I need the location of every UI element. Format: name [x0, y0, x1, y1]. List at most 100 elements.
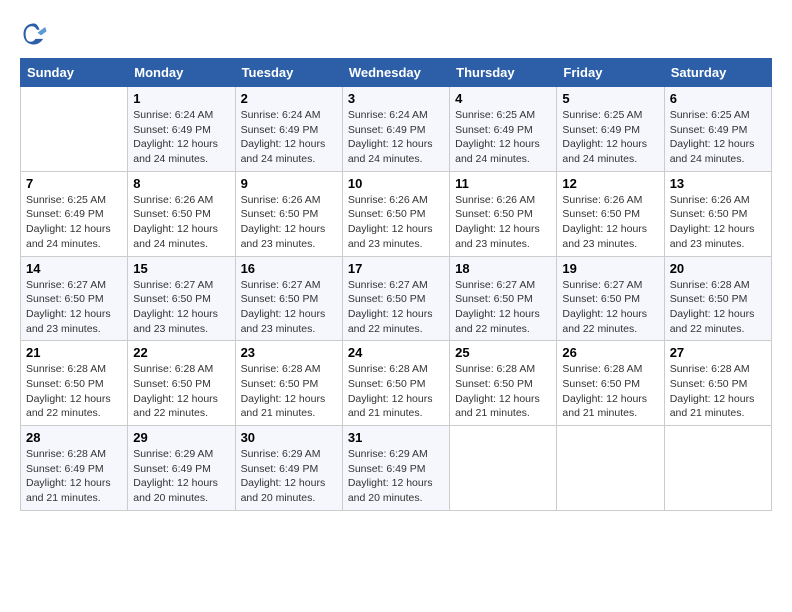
day-info: Sunrise: 6:28 AM Sunset: 6:50 PM Dayligh…	[348, 362, 444, 421]
day-info: Sunrise: 6:26 AM Sunset: 6:50 PM Dayligh…	[455, 193, 551, 252]
day-number: 17	[348, 261, 444, 276]
day-cell: 12 Sunrise: 6:26 AM Sunset: 6:50 PM Dayli…	[557, 171, 664, 256]
day-cell: 9 Sunrise: 6:26 AM Sunset: 6:50 PM Daylig…	[235, 171, 342, 256]
week-row-4: 21 Sunrise: 6:28 AM Sunset: 6:50 PM Dayli…	[21, 341, 772, 426]
day-info: Sunrise: 6:25 AM Sunset: 6:49 PM Dayligh…	[26, 193, 122, 252]
logo-icon	[20, 20, 48, 48]
day-cell: 6 Sunrise: 6:25 AM Sunset: 6:49 PM Daylig…	[664, 87, 771, 172]
day-number: 18	[455, 261, 551, 276]
week-row-2: 7 Sunrise: 6:25 AM Sunset: 6:49 PM Daylig…	[21, 171, 772, 256]
day-info: Sunrise: 6:25 AM Sunset: 6:49 PM Dayligh…	[562, 108, 658, 167]
day-number: 10	[348, 176, 444, 191]
day-number: 9	[241, 176, 337, 191]
day-info: Sunrise: 6:27 AM Sunset: 6:50 PM Dayligh…	[562, 278, 658, 337]
day-info: Sunrise: 6:27 AM Sunset: 6:50 PM Dayligh…	[241, 278, 337, 337]
day-info: Sunrise: 6:28 AM Sunset: 6:50 PM Dayligh…	[670, 362, 766, 421]
day-cell: 11 Sunrise: 6:26 AM Sunset: 6:50 PM Dayli…	[450, 171, 557, 256]
day-number: 28	[26, 430, 122, 445]
day-info: Sunrise: 6:26 AM Sunset: 6:50 PM Dayligh…	[670, 193, 766, 252]
day-cell: 3Sunrise: 6:24 AM Sunset: 6:49 PM Daylig…	[342, 87, 449, 172]
day-info: Sunrise: 6:26 AM Sunset: 6:50 PM Dayligh…	[562, 193, 658, 252]
day-cell: 29 Sunrise: 6:29 AM Sunset: 6:49 PM Dayli…	[128, 426, 235, 511]
day-number: 7	[26, 176, 122, 191]
day-number: 6	[670, 91, 766, 106]
page-header	[20, 20, 772, 48]
day-cell: 22Sunrise: 6:28 AM Sunset: 6:50 PM Dayli…	[128, 341, 235, 426]
logo	[20, 20, 50, 48]
day-cell: 23 Sunrise: 6:28 AM Sunset: 6:50 PM Dayli…	[235, 341, 342, 426]
day-cell: 27 Sunrise: 6:28 AM Sunset: 6:50 PM Dayli…	[664, 341, 771, 426]
day-cell	[557, 426, 664, 511]
day-info: Sunrise: 6:26 AM Sunset: 6:50 PM Dayligh…	[348, 193, 444, 252]
day-number: 4	[455, 91, 551, 106]
day-cell: 2Sunrise: 6:24 AM Sunset: 6:49 PM Daylig…	[235, 87, 342, 172]
calendar-header: SundayMondayTuesdayWednesdayThursdayFrid…	[21, 59, 772, 87]
day-number: 24	[348, 345, 444, 360]
day-cell	[664, 426, 771, 511]
day-info: Sunrise: 6:24 AM Sunset: 6:49 PM Dayligh…	[133, 108, 229, 167]
day-cell: 14 Sunrise: 6:27 AM Sunset: 6:50 PM Dayli…	[21, 256, 128, 341]
day-number: 26	[562, 345, 658, 360]
day-info: Sunrise: 6:25 AM Sunset: 6:49 PM Dayligh…	[670, 108, 766, 167]
week-row-3: 14 Sunrise: 6:27 AM Sunset: 6:50 PM Dayli…	[21, 256, 772, 341]
day-info: Sunrise: 6:28 AM Sunset: 6:50 PM Dayligh…	[26, 362, 122, 421]
day-number: 27	[670, 345, 766, 360]
day-cell: 8 Sunrise: 6:26 AM Sunset: 6:50 PM Daylig…	[128, 171, 235, 256]
day-cell: 24 Sunrise: 6:28 AM Sunset: 6:50 PM Dayli…	[342, 341, 449, 426]
day-cell: 1 Sunrise: 6:24 AM Sunset: 6:49 PM Daylig…	[128, 87, 235, 172]
header-cell-sunday: Sunday	[21, 59, 128, 87]
day-number: 15	[133, 261, 229, 276]
header-cell-monday: Monday	[128, 59, 235, 87]
day-cell: 17 Sunrise: 6:27 AM Sunset: 6:50 PM Dayli…	[342, 256, 449, 341]
header-row: SundayMondayTuesdayWednesdayThursdayFrid…	[21, 59, 772, 87]
day-info: Sunrise: 6:29 AM Sunset: 6:49 PM Dayligh…	[241, 447, 337, 506]
day-info: Sunrise: 6:28 AM Sunset: 6:50 PM Dayligh…	[241, 362, 337, 421]
day-number: 16	[241, 261, 337, 276]
header-cell-tuesday: Tuesday	[235, 59, 342, 87]
day-info: Sunrise: 6:29 AM Sunset: 6:49 PM Dayligh…	[133, 447, 229, 506]
day-cell: 26 Sunrise: 6:28 AM Sunset: 6:50 PM Dayli…	[557, 341, 664, 426]
day-info: Sunrise: 6:27 AM Sunset: 6:50 PM Dayligh…	[455, 278, 551, 337]
day-cell	[450, 426, 557, 511]
week-row-1: 1 Sunrise: 6:24 AM Sunset: 6:49 PM Daylig…	[21, 87, 772, 172]
day-cell: 5 Sunrise: 6:25 AM Sunset: 6:49 PM Daylig…	[557, 87, 664, 172]
header-cell-friday: Friday	[557, 59, 664, 87]
day-info: Sunrise: 6:25 AM Sunset: 6:49 PM Dayligh…	[455, 108, 551, 167]
day-info: Sunrise: 6:28 AM Sunset: 6:50 PM Dayligh…	[562, 362, 658, 421]
day-number: 23	[241, 345, 337, 360]
day-number: 2	[241, 91, 337, 106]
day-number: 14	[26, 261, 122, 276]
day-info: Sunrise: 6:26 AM Sunset: 6:50 PM Dayligh…	[241, 193, 337, 252]
day-number: 19	[562, 261, 658, 276]
day-number: 30	[241, 430, 337, 445]
header-cell-wednesday: Wednesday	[342, 59, 449, 87]
day-cell: 28 Sunrise: 6:28 AM Sunset: 6:49 PM Dayli…	[21, 426, 128, 511]
day-cell	[21, 87, 128, 172]
day-number: 25	[455, 345, 551, 360]
day-number: 22	[133, 345, 229, 360]
day-number: 21	[26, 345, 122, 360]
day-number: 29	[133, 430, 229, 445]
day-cell: 30 Sunrise: 6:29 AM Sunset: 6:49 PM Dayli…	[235, 426, 342, 511]
day-info: Sunrise: 6:28 AM Sunset: 6:49 PM Dayligh…	[26, 447, 122, 506]
day-cell: 4 Sunrise: 6:25 AM Sunset: 6:49 PM Daylig…	[450, 87, 557, 172]
day-number: 20	[670, 261, 766, 276]
day-info: Sunrise: 6:28 AM Sunset: 6:50 PM Dayligh…	[455, 362, 551, 421]
day-cell: 25 Sunrise: 6:28 AM Sunset: 6:50 PM Dayli…	[450, 341, 557, 426]
day-info: Sunrise: 6:26 AM Sunset: 6:50 PM Dayligh…	[133, 193, 229, 252]
day-cell: 21 Sunrise: 6:28 AM Sunset: 6:50 PM Dayli…	[21, 341, 128, 426]
day-number: 5	[562, 91, 658, 106]
day-number: 12	[562, 176, 658, 191]
day-cell: 18 Sunrise: 6:27 AM Sunset: 6:50 PM Dayli…	[450, 256, 557, 341]
day-number: 8	[133, 176, 229, 191]
day-number: 1	[133, 91, 229, 106]
day-cell: 16 Sunrise: 6:27 AM Sunset: 6:50 PM Dayli…	[235, 256, 342, 341]
day-number: 11	[455, 176, 551, 191]
header-cell-thursday: Thursday	[450, 59, 557, 87]
day-cell: 7 Sunrise: 6:25 AM Sunset: 6:49 PM Daylig…	[21, 171, 128, 256]
day-info: Sunrise: 6:24 AM Sunset: 6:49 PM Dayligh…	[348, 108, 444, 167]
week-row-5: 28 Sunrise: 6:28 AM Sunset: 6:49 PM Dayli…	[21, 426, 772, 511]
day-info: Sunrise: 6:27 AM Sunset: 6:50 PM Dayligh…	[26, 278, 122, 337]
day-info: Sunrise: 6:27 AM Sunset: 6:50 PM Dayligh…	[348, 278, 444, 337]
day-cell: 19 Sunrise: 6:27 AM Sunset: 6:50 PM Dayli…	[557, 256, 664, 341]
